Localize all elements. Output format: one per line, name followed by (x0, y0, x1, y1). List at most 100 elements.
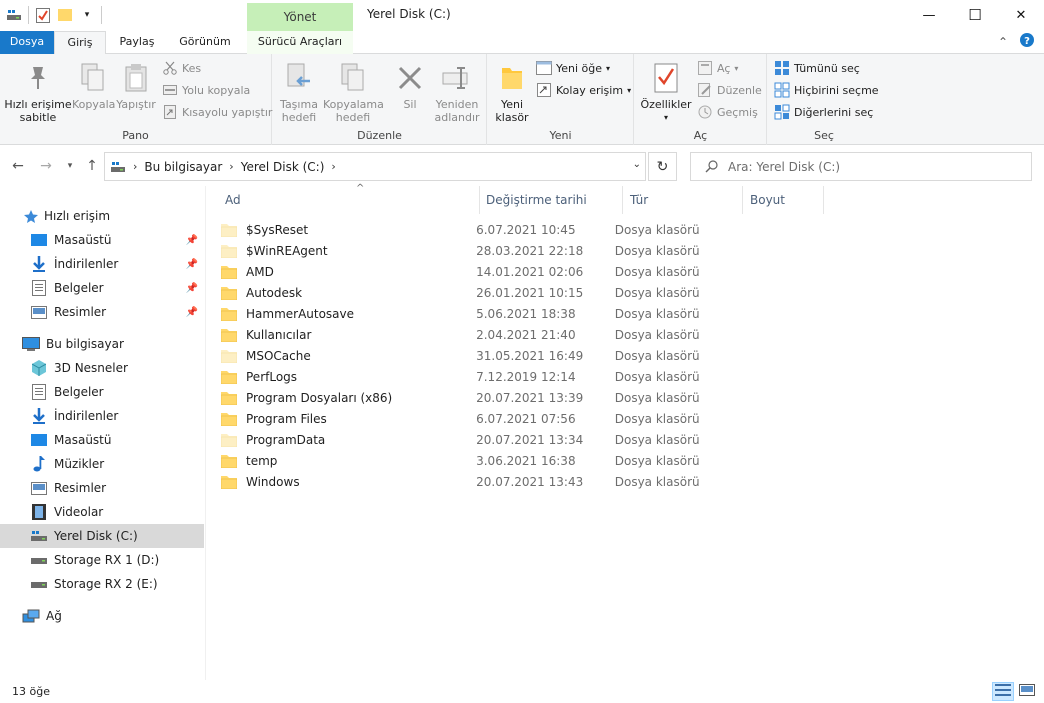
clipboard-icon (114, 60, 158, 96)
drive-icon (111, 161, 125, 173)
pin-icon[interactable]: 📌 (186, 307, 198, 318)
paste-shortcut-button[interactable]: Kısayolu yapıştır (162, 102, 272, 122)
chevron-up-icon[interactable]: ⌃ (998, 35, 1008, 49)
properties-icon[interactable] (35, 7, 51, 23)
pin-icon[interactable]: 📌 (186, 283, 198, 294)
drive-icon (30, 528, 48, 544)
nav-local-disk-c[interactable]: Yerel Disk (C:) (0, 524, 204, 548)
nav-3d-objects[interactable]: 3D Nesneler (0, 356, 204, 380)
new-folder-button[interactable]: Yeni klasör (492, 60, 532, 124)
column-header-size[interactable]: Boyut (743, 186, 824, 214)
copy-button[interactable]: Kopyala (72, 60, 115, 111)
breadcrumb-chevron-icon[interactable]: › (133, 160, 137, 173)
table-row[interactable]: Windows 20.07.2021 13:43 Dosya klasörü (220, 471, 711, 492)
refresh-button[interactable]: ↻ (648, 152, 677, 181)
large-icons-view-button[interactable] (1016, 682, 1038, 701)
table-row[interactable]: Kullanıcılar 2.04.2021 21:40 Dosya klasörü (220, 324, 711, 345)
maximize-button[interactable]: ☐ (952, 0, 998, 30)
pin-icon[interactable]: 📌 (186, 259, 198, 270)
table-row[interactable]: Program Files 6.07.2021 07:56 Dosya klasör… (220, 408, 711, 429)
history-button[interactable]: Geçmiş (697, 102, 758, 122)
breadcrumb-chevron-icon[interactable]: › (229, 160, 233, 173)
up-button[interactable]: ↑ (82, 156, 102, 176)
easy-access-button[interactable]: Kolay erişim ▾ (536, 80, 631, 100)
table-row[interactable]: $SysReset 6.07.2021 10:45 Dosya klasörü (220, 219, 711, 240)
table-row[interactable]: $WinREAgent 28.03.2021 22:18 Dosya klasörü (220, 240, 711, 261)
breadcrumb-chevron-icon[interactable]: › (331, 160, 335, 173)
shortcut-icon (162, 104, 178, 120)
open-button[interactable]: Aç ▾ (697, 58, 738, 78)
nav-storage-e[interactable]: Storage RX 2 (E:) (0, 572, 204, 596)
nav-quick-pictures[interactable]: Resimler 📌 (0, 300, 204, 324)
rename-button[interactable]: Yeniden adlandır (431, 60, 483, 124)
table-row[interactable]: PerfLogs 7.12.2019 12:14 Dosya klasörü (220, 366, 711, 387)
select-none-button[interactable]: Hiçbirini seçme (774, 80, 879, 100)
table-row[interactable]: Autodesk 26.01.2021 10:15 Dosya klasörü (220, 282, 711, 303)
select-all-button[interactable]: Tümünü seç (774, 58, 860, 78)
nav-quick-desktop[interactable]: Masaüstü 📌 (0, 228, 204, 252)
nav-quick-downloads[interactable]: İndirilenler 📌 (0, 252, 204, 276)
minimize-button[interactable]: — (906, 0, 952, 30)
nav-this-pc[interactable]: Bu bilgisayar (0, 332, 204, 356)
search-box[interactable] (690, 152, 1032, 181)
delete-button[interactable]: Sil (391, 60, 429, 111)
tab-surucu-araclari[interactable]: Sürücü Araçları (247, 31, 353, 54)
window-title: Yerel Disk (C:) (367, 7, 451, 21)
nav-documents[interactable]: Belgeler (0, 380, 204, 404)
recent-locations-button[interactable]: ▾ (60, 156, 80, 176)
nav-downloads[interactable]: İndirilenler (0, 404, 204, 428)
table-row[interactable]: MSOCache 31.05.2021 16:49 Dosya klasörü (220, 345, 711, 366)
table-row[interactable]: AMD 14.01.2021 02:06 Dosya klasörü (220, 261, 711, 282)
tab-paylas[interactable]: Paylaş (108, 31, 166, 54)
help-icon[interactable]: ? (1020, 33, 1034, 50)
edit-button[interactable]: Düzenle (697, 80, 762, 100)
column-header-modified[interactable]: Değiştirme tarihi (479, 186, 623, 214)
search-input[interactable] (728, 159, 1008, 174)
tab-gorunum[interactable]: Görünüm (168, 31, 242, 54)
file-name-cell: Windows (220, 475, 476, 489)
copy-to-button[interactable]: Kopyalama hedefi (323, 60, 384, 124)
nav-storage-d[interactable]: Storage RX 1 (D:) (0, 548, 204, 572)
cut-button[interactable]: Kes (162, 58, 201, 78)
file-name-cell: ProgramData (220, 433, 476, 447)
nav-quick-documents[interactable]: Belgeler 📌 (0, 276, 204, 300)
chevron-down-icon[interactable]: ⌄ (633, 159, 641, 170)
breadcrumb-this-pc[interactable]: Bu bilgisayar (144, 160, 222, 174)
table-row[interactable]: ProgramData 20.07.2021 13:34 Dosya klasörü (220, 429, 711, 450)
table-row[interactable]: HammerAutosave 5.06.2021 18:38 Dosya klasö… (220, 303, 711, 324)
table-row[interactable]: Program Dosyaları (x86) 20.07.2021 13:39 D… (220, 387, 711, 408)
back-button[interactable]: ← (8, 156, 28, 176)
table-row[interactable]: temp 3.06.2021 16:38 Dosya klasörü (220, 450, 711, 471)
close-button[interactable]: ✕ (998, 0, 1044, 30)
invert-selection-button[interactable]: Diğerlerini seç (774, 102, 873, 122)
column-header-name[interactable]: Ad ^ (218, 183, 480, 214)
pin-quick-access-button[interactable]: Hızlı erişime sabitle (4, 60, 72, 124)
nav-music[interactable]: Müzikler (0, 452, 204, 476)
nav-desktop[interactable]: Masaüstü (0, 428, 204, 452)
file-name: AMD (246, 264, 274, 279)
pin-icon[interactable]: 📌 (186, 235, 198, 246)
address-bar[interactable]: › Bu bilgisayar › Yerel Disk (C:) › ⌄ (104, 152, 646, 181)
drive-icon[interactable] (6, 7, 22, 23)
new-item-button[interactable]: Yeni öğe ▾ (536, 58, 610, 78)
nav-network[interactable]: Ağ (0, 604, 204, 628)
column-header-type[interactable]: Tür (623, 186, 743, 214)
details-view-button[interactable] (992, 682, 1014, 701)
file-name: Program Files (246, 411, 327, 426)
new-folder-icon[interactable] (57, 7, 73, 23)
paste-button[interactable]: Yapıştır (114, 60, 158, 111)
tab-dosya[interactable]: Dosya (0, 31, 54, 54)
desktop-icon (30, 232, 48, 248)
chevron-down-icon[interactable]: ▾ (79, 7, 95, 23)
forward-button[interactable]: → (36, 156, 56, 176)
nav-videos[interactable]: Videolar (0, 500, 204, 524)
file-name: $SysReset (246, 222, 309, 237)
breadcrumb-local-disk[interactable]: Yerel Disk (C:) (241, 160, 325, 174)
move-to-button[interactable]: Taşıma hedefi (277, 60, 321, 124)
nav-quick-access[interactable]: Hızlı erişim (0, 204, 204, 228)
drive-icon (30, 552, 48, 568)
nav-pictures[interactable]: Resimler (0, 476, 204, 500)
copy-path-button[interactable]: Yolu kopyala (162, 80, 250, 100)
tab-giris[interactable]: Giriş (54, 31, 106, 55)
properties-button[interactable]: Özellikler ▾ (639, 60, 693, 124)
